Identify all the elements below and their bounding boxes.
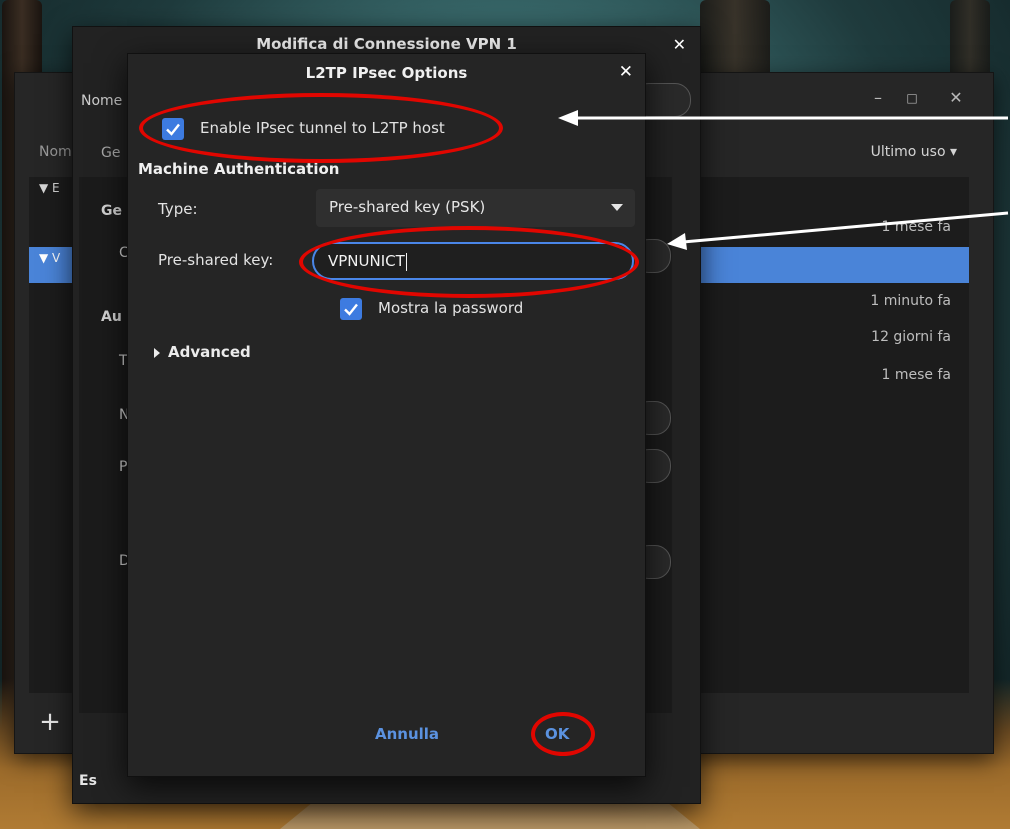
expander-arrow-icon <box>154 347 160 358</box>
minimize-icon[interactable]: – <box>867 87 889 109</box>
annotation-ellipse <box>139 93 503 163</box>
column-last-used[interactable]: Ultimo uso ▾ <box>871 144 957 160</box>
annotation-ellipse <box>531 712 595 756</box>
checkmark-icon <box>344 303 358 316</box>
last-used-value: 12 giorni fa <box>871 329 951 345</box>
connection-name-label: Nome <box>81 93 123 109</box>
cancel-button[interactable]: Annulla <box>375 725 439 743</box>
annotation-ellipse <box>299 226 639 298</box>
close-icon[interactable]: ✕ <box>619 62 633 82</box>
add-connection-button[interactable]: + <box>35 707 65 737</box>
export-button[interactable]: Es <box>79 773 97 789</box>
psk-label: Pre-shared key: <box>158 251 274 269</box>
show-password-label[interactable]: Mostra la password <box>378 299 523 317</box>
maximize-icon[interactable]: □ <box>901 87 923 109</box>
window-title: Modifica di Connessione VPN 1 <box>256 35 517 53</box>
close-icon[interactable]: ✕ <box>673 35 686 54</box>
section-authentication: Au <box>101 309 122 325</box>
close-icon[interactable]: ✕ <box>945 87 967 109</box>
vpn-group-expander[interactable]: ▼ V <box>39 251 60 265</box>
column-name[interactable]: Nom <box>39 144 72 160</box>
dialog-title: L2TP IPsec Options <box>305 64 468 82</box>
last-used-value: 1 minuto fa <box>870 293 951 309</box>
last-used-value: 1 mese fa <box>881 367 951 383</box>
type-select-value: Pre-shared key (PSK) <box>329 198 486 216</box>
tab-general[interactable]: Ge <box>101 145 120 161</box>
show-password-checkbox[interactable] <box>340 298 362 320</box>
last-used-value: 1 mese fa <box>881 219 951 235</box>
l2tp-ipsec-options-dialog: L2TP IPsec Options ✕ Enable IPsec tunnel… <box>127 53 646 777</box>
group-expander[interactable]: ▼ E <box>39 181 60 195</box>
type-select[interactable]: Pre-shared key (PSK) <box>316 189 635 227</box>
section-general: Ge <box>101 203 122 219</box>
advanced-expander[interactable]: Advanced <box>154 343 251 361</box>
type-label: Type: <box>158 200 198 218</box>
dropdown-arrow-icon <box>611 204 623 211</box>
